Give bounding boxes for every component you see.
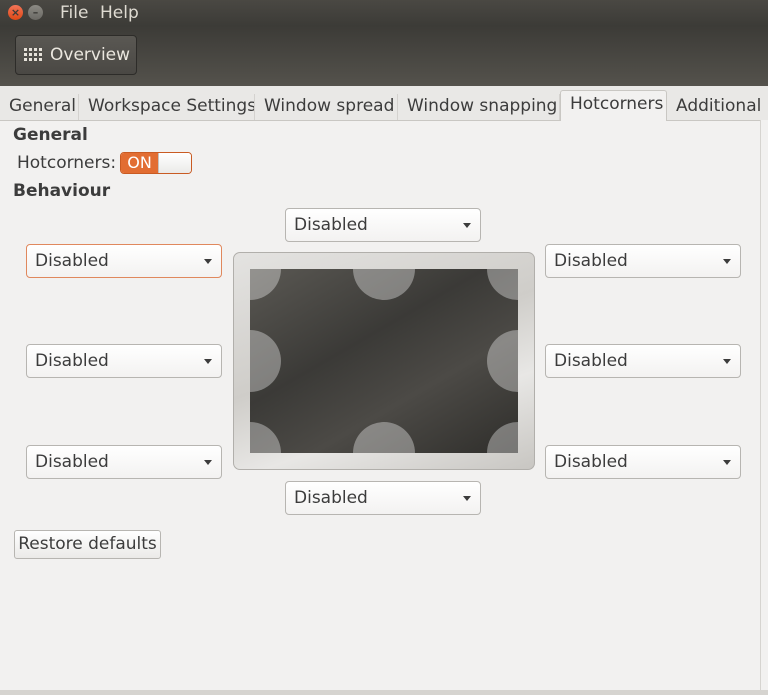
hotcorners-label: Hotcorners:: [17, 153, 117, 173]
toolbar: Overview: [0, 26, 768, 86]
close-icon: ×: [10, 6, 21, 19]
hotcorner-bottom-left-indicator: [250, 422, 281, 453]
dropdown-value: Disabled: [294, 488, 368, 508]
bottom-left-corner-action-dropdown[interactable]: Disabled: [26, 445, 222, 479]
right-edge-action-dropdown[interactable]: Disabled: [545, 344, 741, 378]
dropdown-value: Disabled: [35, 452, 109, 472]
top-edge-action-dropdown[interactable]: Disabled: [285, 208, 481, 242]
dropdown-value: Disabled: [554, 452, 628, 472]
bottom-edge-action-dropdown[interactable]: Disabled: [285, 481, 481, 515]
tab-workspace-settings[interactable]: Workspace Settings: [79, 94, 255, 120]
menu-bar: × – File Help: [0, 0, 768, 26]
dropdown-value: Disabled: [294, 215, 368, 235]
restore-defaults-button[interactable]: Restore defaults: [14, 530, 161, 559]
minimize-window-button[interactable]: –: [28, 5, 43, 20]
close-window-button[interactable]: ×: [8, 5, 23, 20]
dropdown-value: Disabled: [35, 251, 109, 271]
menu-file[interactable]: File: [60, 3, 88, 23]
dropdown-value: Disabled: [554, 251, 628, 271]
hotedge-left-indicator: [250, 330, 281, 392]
minimize-icon: –: [32, 6, 39, 19]
bottom-right-corner-action-dropdown[interactable]: Disabled: [545, 445, 741, 479]
dropdown-arrow-icon: [204, 259, 212, 264]
dropdown-arrow-icon: [723, 460, 731, 465]
monitor-illustration: [233, 252, 535, 470]
general-heading: General: [13, 125, 88, 145]
tab-window-spread[interactable]: Window spread: [255, 94, 398, 120]
top-left-corner-action-dropdown[interactable]: Disabled: [26, 244, 222, 278]
hotcorner-top-left-indicator: [250, 269, 281, 300]
tab-bar: General Workspace Settings Window spread…: [0, 86, 768, 121]
dropdown-value: Disabled: [554, 351, 628, 371]
hotedge-right-indicator: [487, 330, 518, 392]
hotedge-bottom-indicator: [353, 422, 415, 453]
tab-general[interactable]: General: [0, 94, 79, 120]
hotedge-top-indicator: [353, 269, 415, 300]
dropdown-arrow-icon: [723, 359, 731, 364]
switch-knob[interactable]: [158, 153, 191, 173]
top-right-corner-action-dropdown[interactable]: Disabled: [545, 244, 741, 278]
dropdown-arrow-icon: [463, 223, 471, 228]
menu-help[interactable]: Help: [100, 3, 139, 23]
dropdown-arrow-icon: [204, 460, 212, 465]
grid-icon: [24, 48, 44, 62]
dropdown-arrow-icon: [463, 496, 471, 501]
dropdown-value: Disabled: [35, 351, 109, 371]
hotcorner-bottom-right-indicator: [487, 422, 518, 453]
overview-label: Overview: [50, 45, 131, 65]
switch-state: ON: [121, 153, 158, 173]
hotcorner-top-right-indicator: [487, 269, 518, 300]
dropdown-arrow-icon: [204, 359, 212, 364]
left-edge-action-dropdown[interactable]: Disabled: [26, 344, 222, 378]
tab-window-snapping[interactable]: Window snapping: [398, 94, 560, 120]
dropdown-arrow-icon: [723, 259, 731, 264]
window-border: [760, 120, 768, 690]
overview-button[interactable]: Overview: [15, 35, 137, 75]
behaviour-heading: Behaviour: [13, 181, 111, 201]
screen-preview: [250, 269, 518, 453]
hotcorners-switch[interactable]: ON: [120, 152, 192, 174]
tab-additional[interactable]: Additional: [667, 94, 768, 120]
tab-hotcorners[interactable]: Hotcorners: [560, 90, 667, 121]
window-bottom-border: [0, 690, 768, 695]
